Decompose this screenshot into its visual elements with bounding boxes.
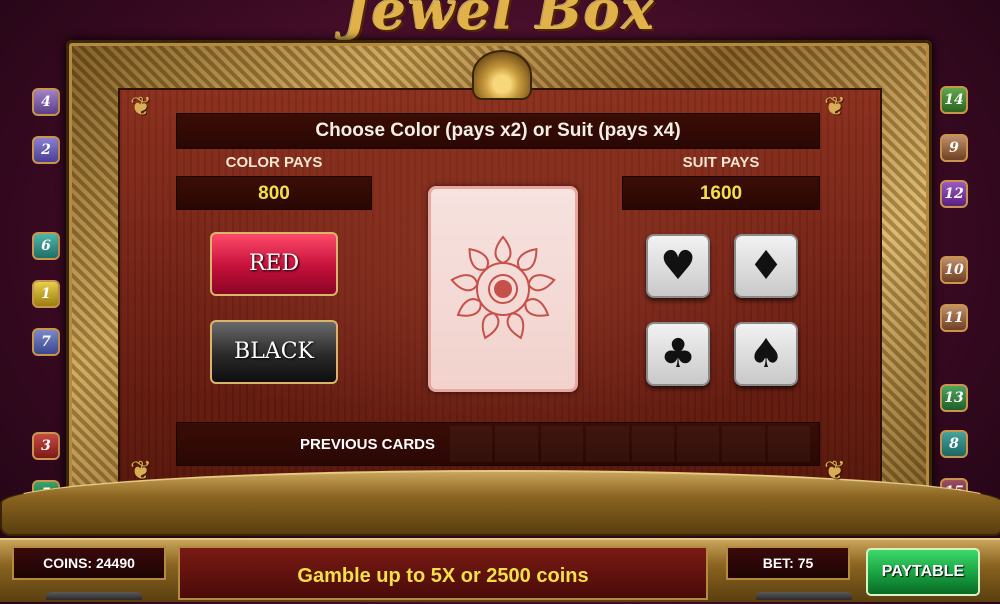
payline-badge[interactable]: 3 xyxy=(32,432,60,460)
flourish-icon: ❦ xyxy=(824,456,846,486)
clubs-button[interactable]: ♣ xyxy=(646,322,710,386)
payline-badge[interactable]: 4 xyxy=(32,88,60,116)
coins-display: COINS: 24490 xyxy=(12,546,166,580)
payline-badge[interactable]: 2 xyxy=(32,136,60,164)
previous-card-slot xyxy=(631,426,674,462)
previous-card-slot xyxy=(767,426,810,462)
suit-pays-label: SUIT PAYS xyxy=(682,154,760,171)
payline-badge[interactable]: 10 xyxy=(940,256,968,284)
diamonds-button[interactable]: ♦ xyxy=(734,234,798,298)
previous-card-slot xyxy=(540,426,584,462)
face-down-card xyxy=(428,186,578,392)
paytable-button[interactable]: PAYTABLE xyxy=(866,548,980,596)
payline-badge[interactable]: 7 xyxy=(32,328,60,356)
previous-card-slot xyxy=(586,426,629,462)
payline-badge[interactable]: 6 xyxy=(32,232,60,260)
payline-badge[interactable]: 8 xyxy=(940,430,968,458)
previous-card-slot xyxy=(495,426,538,462)
payline-badge[interactable]: 1 xyxy=(32,280,60,308)
flourish-icon: ❦ xyxy=(130,456,152,486)
flourish-icon: ❦ xyxy=(130,92,152,122)
mandala-icon xyxy=(449,235,557,342)
payline-badge[interactable]: 13 xyxy=(940,384,968,412)
game-logo: Jewel Box xyxy=(344,0,656,42)
payline-badge[interactable]: 11 xyxy=(940,304,968,332)
previous-cards-slots xyxy=(450,426,810,462)
payline-badge[interactable]: 12 xyxy=(940,180,968,208)
suit-pays-value: 1600 xyxy=(622,176,820,210)
control-button-stub[interactable] xyxy=(756,592,852,600)
previous-cards-label: PREVIOUS CARDS xyxy=(300,436,436,453)
shell-ornament-icon xyxy=(472,50,532,100)
color-pays-label: COLOR PAYS xyxy=(225,154,323,171)
previous-card-slot xyxy=(676,426,720,462)
payline-badge[interactable]: 14 xyxy=(940,86,968,114)
control-button-stub[interactable] xyxy=(46,592,142,600)
color-pays-value: 800 xyxy=(176,176,372,210)
black-button[interactable]: BLACK xyxy=(210,320,338,384)
flourish-icon: ❦ xyxy=(824,92,846,122)
gamble-instructions: Choose Color (pays x2) or Suit (pays x4) xyxy=(176,113,820,149)
previous-card-slot xyxy=(722,426,765,462)
status-message: Gamble up to 5X or 2500 coins xyxy=(178,546,708,600)
spades-button[interactable]: ♠ xyxy=(734,322,798,386)
hearts-button[interactable]: ♥ xyxy=(646,234,710,298)
bet-display: BET: 75 xyxy=(726,546,850,580)
previous-card-slot xyxy=(450,426,493,462)
red-button[interactable]: RED xyxy=(210,232,338,296)
payline-badge[interactable]: 9 xyxy=(940,134,968,162)
